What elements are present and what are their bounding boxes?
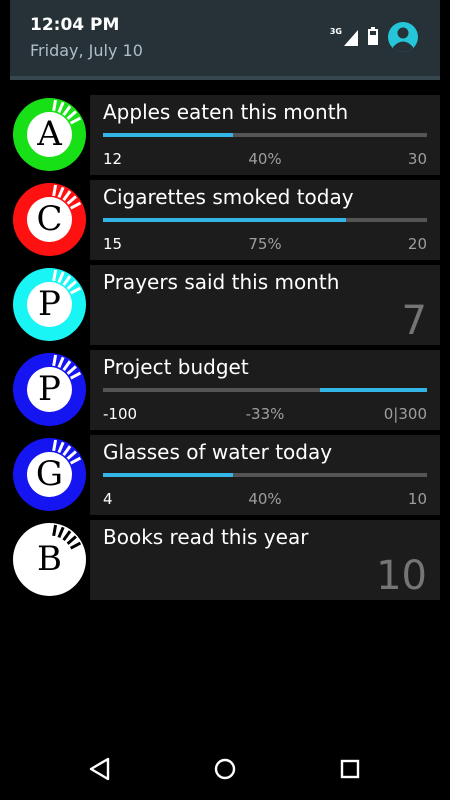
notification-header[interactable]: 12:04 PM Friday, July 10 3G [10, 0, 440, 80]
value-percent: -33% [245, 405, 285, 423]
item-card[interactable]: Books read this year 10 [90, 520, 440, 600]
recents-square-icon[interactable] [335, 754, 365, 784]
badge-tick-mark [66, 110, 77, 120]
clock-time: 12:04 PM [30, 15, 120, 35]
list-item[interactable]: A Apples eaten this month 12 40% 30 [0, 95, 450, 175]
badge-tick-mark [57, 271, 65, 283]
badge-tick-mark [69, 541, 82, 550]
progress-values: 4 40% 10 [103, 490, 427, 510]
progress-bar [103, 218, 427, 222]
badge-tick-mark [66, 280, 77, 290]
list-item[interactable]: C Cigarettes smoked today 15 75% 20 [0, 180, 450, 260]
badge-tick-mark [62, 105, 72, 116]
progress-values: 15 75% 20 [103, 235, 427, 255]
item-card[interactable]: Cigarettes smoked today 15 75% 20 [90, 180, 440, 260]
value-target: 0|300 [383, 405, 427, 423]
badge-tick-mark [57, 101, 65, 113]
badge-tick-mark [52, 439, 58, 452]
progress-bar [103, 388, 427, 392]
status-icons: 3G [330, 22, 418, 52]
badge-letter: P [27, 282, 72, 327]
item-card[interactable]: Glasses of water today 4 40% 10 [90, 435, 440, 515]
item-badge: P [13, 353, 86, 426]
progress-bar [103, 473, 427, 477]
progress-values: -100 -33% 0|300 [103, 405, 427, 425]
list-item[interactable]: G Glasses of water today 4 40% 10 [0, 435, 450, 515]
list-item[interactable]: P Prayers said this month 7 [0, 265, 450, 345]
item-title: Cigarettes smoked today [103, 185, 354, 209]
value-target: 30 [407, 150, 427, 168]
home-circle-icon[interactable] [210, 754, 240, 784]
badge-tick-mark [57, 186, 65, 198]
item-badge: B [13, 523, 86, 596]
badge-letter: C [27, 197, 72, 242]
item-card[interactable]: Apples eaten this month 12 40% 30 [90, 95, 440, 175]
progress-fill [103, 218, 346, 222]
badge-letter: B [27, 537, 72, 582]
badge-tick-mark [57, 526, 65, 538]
badge-tick-mark [52, 524, 58, 537]
progress-fill [103, 133, 233, 137]
item-badge: G [13, 438, 86, 511]
badge-tick-mark [66, 535, 77, 545]
item-badge: A [13, 98, 86, 171]
badge-tick-mark [62, 360, 72, 371]
item-title: Glasses of water today [103, 440, 333, 464]
date-label: Friday, July 10 [30, 41, 143, 60]
badge-tick-mark [62, 530, 72, 541]
item-title: Books read this year [103, 525, 309, 549]
item-badge: C [13, 183, 86, 256]
progress-fill [103, 473, 233, 477]
navigation-bar [0, 740, 450, 800]
list-item[interactable]: P Project budget -100 -33% 0|300 [0, 350, 450, 430]
badge-tick-mark [57, 441, 65, 453]
count-value: 10 [376, 553, 427, 599]
badge-tick-mark [69, 286, 82, 295]
badge-tick-mark [66, 450, 77, 460]
progress-values: 12 40% 30 [103, 150, 427, 170]
badge-tick-mark [66, 365, 77, 375]
list-item[interactable]: B Books read this year 10 [0, 520, 450, 600]
badge-tick-mark [57, 356, 65, 368]
item-title: Project budget [103, 355, 249, 379]
item-title: Apples eaten this month [103, 100, 349, 124]
signal-icon [344, 30, 358, 46]
value-percent: 40% [248, 490, 282, 508]
badge-tick-mark [62, 445, 72, 456]
badge-letter: A [27, 112, 72, 157]
badge-tick-mark [52, 99, 58, 112]
badge-tick-mark [52, 354, 58, 367]
item-card[interactable]: Project budget -100 -33% 0|300 [90, 350, 440, 430]
badge-letter: P [27, 367, 72, 412]
badge-tick-mark [62, 275, 72, 286]
badge-tick-mark [69, 371, 82, 380]
item-card[interactable]: Prayers said this month 7 [90, 265, 440, 345]
badge-tick-mark [69, 456, 82, 465]
value-target: 10 [407, 490, 427, 508]
value-target: 20 [407, 235, 427, 253]
battery-icon [368, 27, 378, 45]
item-title: Prayers said this month [103, 270, 340, 294]
count-value: 7 [401, 298, 427, 344]
progress-fill [320, 388, 427, 392]
badge-tick-mark [52, 269, 58, 282]
badge-tick-mark [69, 201, 82, 210]
value-percent: 75% [248, 235, 282, 253]
progress-bar [103, 133, 427, 137]
back-triangle-icon[interactable] [85, 754, 115, 784]
value-percent: 40% [248, 150, 282, 168]
badge-tick-mark [66, 195, 77, 205]
network-indicator: 3G [330, 28, 358, 46]
badge-tick-mark [69, 116, 82, 125]
item-badge: P [13, 268, 86, 341]
badge-tick-mark [52, 184, 58, 197]
badge-tick-mark [62, 190, 72, 201]
network-type-label: 3G [329, 27, 342, 36]
user-avatar-icon[interactable] [388, 22, 418, 52]
badge-letter: G [27, 452, 72, 497]
